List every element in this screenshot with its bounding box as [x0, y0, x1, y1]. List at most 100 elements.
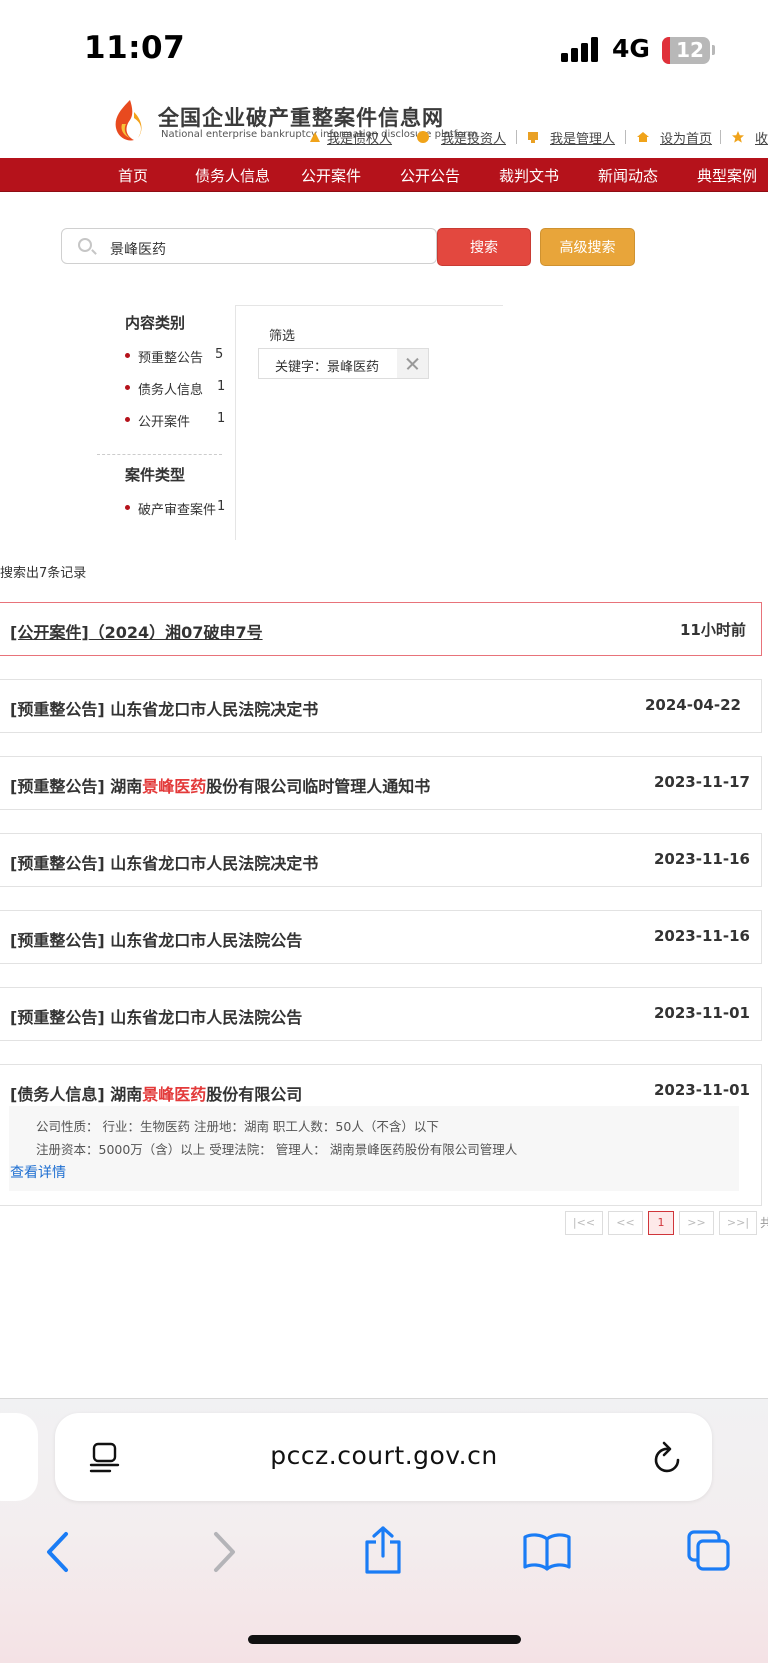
- category-count: 1: [217, 411, 226, 426]
- category-item-debtor-info[interactable]: 债务人信息: [138, 379, 203, 398]
- link-separator: [625, 130, 626, 144]
- site-logo-icon: [115, 100, 142, 141]
- result-tag: [预重整公告]: [10, 777, 105, 796]
- result-title-pre: 湖南: [110, 777, 143, 796]
- result-title-highlight: 景峰医药: [142, 1085, 207, 1104]
- close-icon[interactable]: [397, 349, 428, 378]
- category-count: 1: [217, 379, 226, 394]
- nav-typical-cases[interactable]: 典型案例: [697, 165, 757, 186]
- result-date: 2023-11-16: [654, 927, 750, 945]
- result-tag: [预重整公告]: [10, 931, 105, 950]
- category-count: 5: [215, 347, 224, 362]
- nav-public-notices[interactable]: 公开公告: [400, 165, 460, 186]
- advanced-search-button[interactable]: 高级搜索: [540, 228, 635, 266]
- battery-icon: 12: [662, 37, 710, 64]
- home-indicator[interactable]: [248, 1635, 521, 1644]
- search-value[interactable]: 景峰医药: [110, 239, 166, 259]
- nav-public-cases[interactable]: 公开案件: [301, 165, 361, 186]
- result-date: 2023-11-01: [654, 1004, 750, 1022]
- status-time: 11:07: [84, 30, 186, 66]
- result-title-post: 股份有限公司临时管理人通知书: [206, 777, 431, 796]
- result-tag: [预重整公告]: [10, 854, 105, 873]
- detail-line: 公司性质： 行业：生物医药 注册地：湖南 职工人数：50人（不含）以下: [36, 1119, 439, 1134]
- filter-panel-border: [235, 305, 236, 540]
- search-button[interactable]: 搜索: [437, 228, 531, 266]
- result-title-text: （2024）湘07破申7号: [88, 623, 263, 642]
- result-title-text: 山东省龙口市人民法院公告: [110, 931, 303, 950]
- result-title[interactable]: [预重整公告] 山东省龙口市人民法院公告: [10, 927, 302, 951]
- link-set-homepage[interactable]: 设为首页: [660, 128, 712, 147]
- cellular-signal-icon: [561, 36, 601, 62]
- result-date: 2023-11-01: [654, 1081, 750, 1099]
- result-tag: [预重整公告]: [10, 1008, 105, 1027]
- pagination-total: 共: [760, 1216, 768, 1230]
- result-title[interactable]: [预重整公告] 山东省龙口市人民法院公告: [10, 1004, 302, 1028]
- result-title-post: 股份有限公司: [206, 1085, 303, 1104]
- nav-debtor-info[interactable]: 债务人信息: [195, 165, 270, 186]
- result-title-text: 山东省龙口市人民法院决定书: [110, 700, 319, 719]
- result-title-text: 山东省龙口市人民法院公告: [110, 1008, 303, 1027]
- search-icon: [78, 238, 92, 252]
- result-title[interactable]: [预重整公告] 湖南景峰医药股份有限公司临时管理人通知书: [10, 773, 430, 797]
- case-type-item-review[interactable]: 破产审查案件: [138, 499, 216, 518]
- filter-panel-border: [235, 305, 503, 306]
- result-date: 2023-11-16: [654, 850, 750, 868]
- forward-icon[interactable]: [210, 1531, 238, 1573]
- bullet-icon: [125, 385, 130, 390]
- bookmarks-icon[interactable]: [522, 1531, 572, 1571]
- link-separator: [516, 130, 517, 144]
- result-date: 2024-04-22: [645, 696, 741, 714]
- link-manager[interactable]: 我是管理人: [550, 128, 615, 147]
- result-tag: [预重整公告]: [10, 700, 105, 719]
- keyword-filter-text: 关键字：景峰医药: [275, 360, 380, 375]
- star-icon: [732, 131, 744, 143]
- manager-icon: [528, 132, 538, 143]
- reload-icon[interactable]: [651, 1440, 685, 1476]
- link-separator: [720, 130, 721, 144]
- case-type-count: 1: [217, 499, 226, 514]
- bullet-icon: [125, 353, 130, 358]
- site-title: 全国企业破产重整案件信息网: [158, 106, 444, 130]
- creditor-icon: [310, 132, 320, 142]
- pagination-last[interactable]: >>|: [719, 1211, 757, 1235]
- result-title[interactable]: [公开案件]（2024）湘07破申7号: [10, 619, 263, 643]
- link-bookmark[interactable]: 收: [755, 128, 768, 147]
- result-title[interactable]: [债务人信息] 湖南景峰医药股份有限公司: [10, 1081, 302, 1105]
- category-item-pre-reorg-notice[interactable]: 预重整公告: [138, 347, 203, 366]
- bullet-icon: [125, 417, 130, 422]
- pagination-current[interactable]: 1: [648, 1211, 674, 1235]
- nav-judgments[interactable]: 裁判文书: [499, 165, 559, 186]
- battery-nub: [712, 45, 715, 55]
- result-count: 搜索出7条记录: [0, 566, 87, 581]
- filter-label: 筛选: [269, 329, 296, 344]
- result-title-text: 山东省龙口市人民法院决定书: [110, 854, 319, 873]
- detail-line: 注册资本：5000万（含）以上 受理法院： 管理人： 湖南景峰医药股份有限公司管…: [36, 1142, 518, 1157]
- nav-news[interactable]: 新闻动态: [598, 165, 658, 186]
- result-title[interactable]: [预重整公告] 山东省龙口市人民法院决定书: [10, 696, 318, 720]
- result-date: 11小时前: [680, 621, 746, 639]
- pagination-next[interactable]: >>: [679, 1211, 714, 1235]
- pagination-first[interactable]: |<<: [565, 1211, 603, 1235]
- case-type-heading: 案件类型: [125, 466, 186, 484]
- category-item-public-cases[interactable]: 公开案件: [138, 411, 190, 430]
- link-investor[interactable]: 我是投资人: [441, 128, 506, 147]
- investor-icon: [417, 131, 429, 143]
- battery-level: 12: [676, 38, 704, 62]
- pagination-prev[interactable]: <<: [608, 1211, 643, 1235]
- tabs-icon[interactable]: [686, 1529, 732, 1573]
- result-title-highlight: 景峰医药: [142, 777, 207, 796]
- content-category-heading: 内容类别: [125, 314, 186, 332]
- browser-divider: [0, 1398, 768, 1399]
- view-details-link[interactable]: 查看详情: [10, 1162, 66, 1182]
- result-title[interactable]: [预重整公告] 山东省龙口市人民法院决定书: [10, 850, 318, 874]
- link-creditor[interactable]: 我是债权人: [327, 128, 392, 147]
- network-type: 4G: [612, 34, 650, 63]
- sidebar-divider: [97, 454, 222, 455]
- result-tag: [债务人信息]: [10, 1085, 105, 1104]
- back-icon[interactable]: [44, 1531, 72, 1573]
- result-tag: [公开案件]: [10, 623, 89, 642]
- share-icon[interactable]: [362, 1525, 404, 1575]
- nav-home[interactable]: 首页: [118, 165, 148, 186]
- result-date: 2023-11-17: [654, 773, 750, 791]
- bullet-icon: [125, 505, 130, 510]
